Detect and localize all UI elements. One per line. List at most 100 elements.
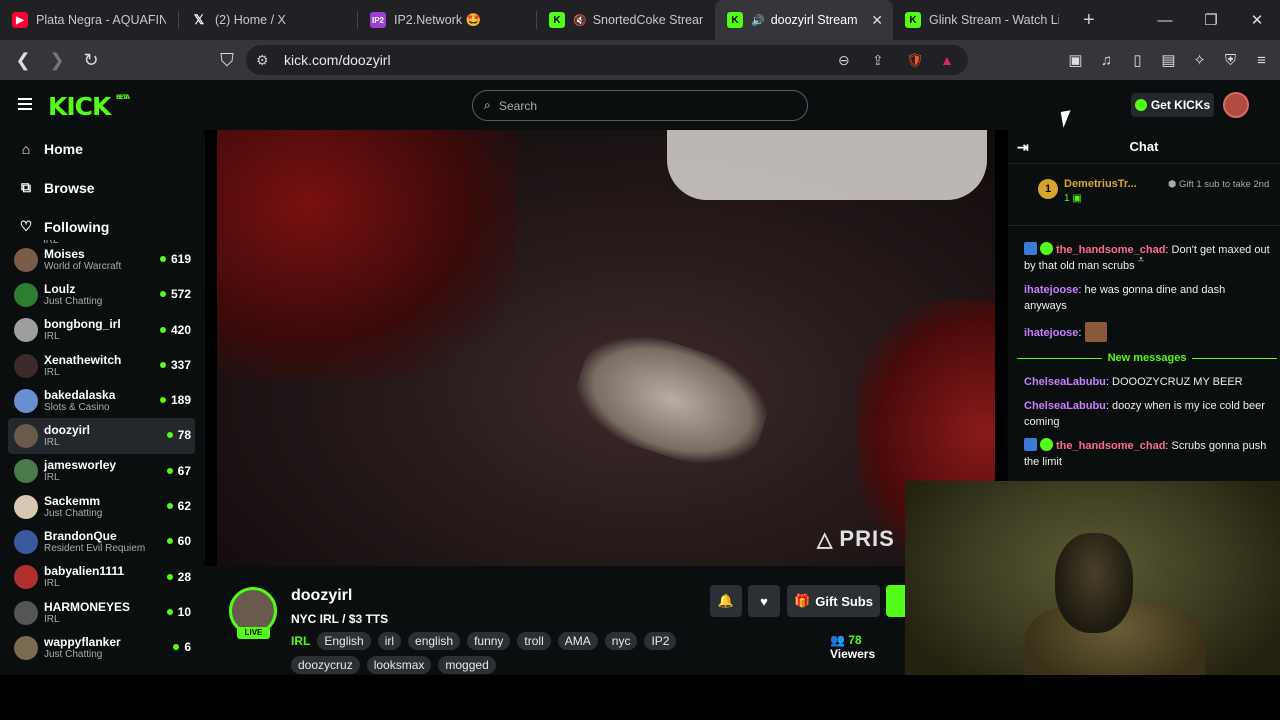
tag-chip[interactable]: looksmax xyxy=(366,656,432,674)
chat-message: the_handsome_chad: Scrubs gonna push the… xyxy=(1024,438,1267,468)
following-viewers: 62 xyxy=(166,499,191,513)
chat-username[interactable]: ChelseaLabubu xyxy=(1024,376,1106,388)
sidebar-item-following[interactable]: ♡ Following xyxy=(0,207,205,246)
webcam-overlay xyxy=(905,481,1280,692)
get-kicks-button[interactable]: Get KICKs xyxy=(1131,93,1214,117)
vpn-icon[interactable]: ⛨ xyxy=(1220,52,1241,69)
tag-chip[interactable]: funny xyxy=(467,632,511,650)
channel-avatar xyxy=(14,318,38,343)
chat-username[interactable]: the_handsome_chad xyxy=(1056,440,1165,452)
tag-chip[interactable]: IP2 xyxy=(644,632,677,650)
wallet-icon[interactable]: ▤ xyxy=(1158,51,1179,69)
music-icon[interactable]: ♫ xyxy=(1096,52,1117,69)
chat-username[interactable]: ihatejoose xyxy=(1024,284,1078,296)
following-item[interactable]: Sackemm Just Chatting 62 xyxy=(0,489,205,524)
chat-username[interactable]: ihatejoose xyxy=(1024,327,1078,339)
following-item[interactable]: bongbong_irl IRL 420 xyxy=(0,313,205,348)
category-link[interactable]: IRL xyxy=(291,634,310,648)
following-name: bongbong_irl xyxy=(44,317,121,332)
tag-chip[interactable]: nyc xyxy=(604,632,638,650)
close-window-icon[interactable]: ✕ xyxy=(1234,0,1280,40)
tag-chip[interactable]: AMA xyxy=(557,632,598,650)
maximize-icon[interactable]: ❐ xyxy=(1188,0,1234,40)
search-input[interactable]: ⌕ Search xyxy=(472,90,808,121)
channel-name[interactable]: doozyirl xyxy=(291,587,352,605)
browser-tab-ip2[interactable]: IP2 IP2.Network 🤩 xyxy=(358,0,536,40)
brave-rewards-icon[interactable]: ▲ xyxy=(940,52,954,68)
tag-chip[interactable]: irl xyxy=(377,632,402,650)
sidebar-item-browse[interactable]: ⧉ Browse xyxy=(0,168,205,207)
following-item[interactable]: BrandonQue Resident Evil Requiem 60 xyxy=(0,524,205,559)
following-item[interactable]: Moises World of Warcraft 619 xyxy=(0,242,205,277)
following-name: BrandonQue xyxy=(44,529,117,544)
channel-avatar xyxy=(14,494,38,519)
following-item[interactable]: Xenathewitch IRL 337 xyxy=(0,348,205,383)
zoom-icon[interactable]: ⊖ xyxy=(838,52,850,69)
following-item[interactable]: jamesworley IRL 67 xyxy=(0,454,205,489)
reader-icon[interactable]: ▣ xyxy=(1065,51,1086,69)
favorite-heart-button[interactable]: ♥ xyxy=(748,585,780,617)
tag-chip[interactable]: doozycruz xyxy=(291,656,360,674)
leo-icon[interactable]: ✧ xyxy=(1189,51,1210,69)
reload-icon[interactable]: ↻ xyxy=(76,45,106,75)
bookmark-icon[interactable]: ⛉ xyxy=(212,45,242,75)
search-icon: ⌕ xyxy=(484,98,491,112)
menu-icon[interactable]: ≡ xyxy=(1251,52,1272,69)
gift-subs-button[interactable]: 🎁 Gift Subs xyxy=(787,585,880,617)
tag-chip[interactable]: mogged xyxy=(438,656,496,674)
tag-chip[interactable]: troll xyxy=(517,632,551,650)
tag-chip[interactable]: english xyxy=(408,632,461,650)
chat-title: Chat xyxy=(1129,139,1159,154)
follow-button[interactable] xyxy=(886,585,906,617)
site-info-icon[interactable]: ⚙ xyxy=(256,52,269,69)
following-name: HARMONEYES xyxy=(44,599,131,614)
forward-icon[interactable]: ❯ xyxy=(42,45,72,75)
sidebar-toggle-icon[interactable]: ▯ xyxy=(1127,51,1148,69)
video-player[interactable]: △ PRIS xyxy=(217,130,995,566)
leader-count-value: 1 xyxy=(1064,193,1070,204)
browser-tab-x[interactable]: 𝕏 (2) Home / X xyxy=(179,0,357,40)
following-viewers: 10 xyxy=(166,604,191,619)
new-tab-icon[interactable]: + xyxy=(1083,9,1095,32)
chat-username[interactable]: ChelseaLabubu xyxy=(1024,400,1106,412)
live-dot-icon xyxy=(166,608,173,615)
browser-tab-youtube[interactable]: ▶ Plata Negra - AQUAFINI xyxy=(0,0,178,40)
chat-username[interactable]: the_handsome_chad xyxy=(1056,244,1165,256)
chat-message: ihatejoose: he was gonna dine and dash a… xyxy=(1024,284,1226,312)
collapse-chat-icon[interactable]: ⇥ xyxy=(1017,139,1029,156)
following-item[interactable]: babyalien1111 IRL 28 xyxy=(0,560,205,595)
leader-name[interactable]: DemetriusTr... xyxy=(1064,178,1137,190)
back-icon[interactable]: ❮ xyxy=(8,45,38,75)
browse-icon: ⧉ xyxy=(21,179,31,195)
muted-speaker-icon[interactable]: 🔇 xyxy=(573,14,587,27)
address-bar[interactable]: ⚙ kick.com/doozyirl ⊖ ⇪ 🛡 ▲ xyxy=(246,45,968,75)
kick-logo[interactable]: KICK BETA xyxy=(48,92,130,121)
minimize-icon[interactable]: — xyxy=(1142,0,1188,40)
speaker-icon[interactable]: 🔊 xyxy=(751,14,765,27)
browser-tab-doozyirl[interactable]: K 🔊 doozyirl Stream ✕ xyxy=(715,0,893,40)
leader-count: 1 ▣ xyxy=(1064,193,1082,204)
browser-tab-glink[interactable]: K Glink Stream - Watch Li xyxy=(893,0,1071,40)
following-item[interactable]: wappyflanker Just Chatting 6 xyxy=(0,630,205,665)
tag-chip[interactable]: English xyxy=(317,632,371,650)
gift-prompt[interactable]: ⬢ Gift 1 sub to take 2nd xyxy=(1168,180,1278,190)
close-tab-icon[interactable]: ✕ xyxy=(871,12,883,29)
browser-tab-snortedcoke[interactable]: K 🔇 SnortedCoke Stream xyxy=(537,0,715,40)
share-icon[interactable]: ⇪ xyxy=(872,52,884,69)
chat-message: ihatejoose: xyxy=(1024,322,1270,342)
tab-title: (2) Home / X xyxy=(215,13,286,27)
bottom-letterbox xyxy=(0,675,1280,720)
following-viewers: 78 xyxy=(166,428,191,442)
brave-shield-icon[interactable]: 🛡 xyxy=(906,52,924,69)
channel-avatar xyxy=(14,530,38,555)
following-item[interactable]: doozyirl IRL 78 xyxy=(8,418,195,454)
user-avatar[interactable] xyxy=(1223,92,1249,118)
following-item[interactable]: HARMONEYES IRL 10 xyxy=(0,595,205,630)
following-item[interactable]: Loulz Just Chatting 572 xyxy=(0,277,205,312)
viewers-number: 10 xyxy=(177,604,191,619)
viewers-number: 28 xyxy=(177,569,191,584)
hamburger-menu-icon[interactable] xyxy=(18,98,32,113)
sidebar-item-home[interactable]: ⌂ Home xyxy=(0,129,205,168)
notification-bell-button[interactable]: 🔔 xyxy=(710,585,742,617)
following-item[interactable]: bakedalaska Slots & Casino 189 xyxy=(0,383,205,418)
